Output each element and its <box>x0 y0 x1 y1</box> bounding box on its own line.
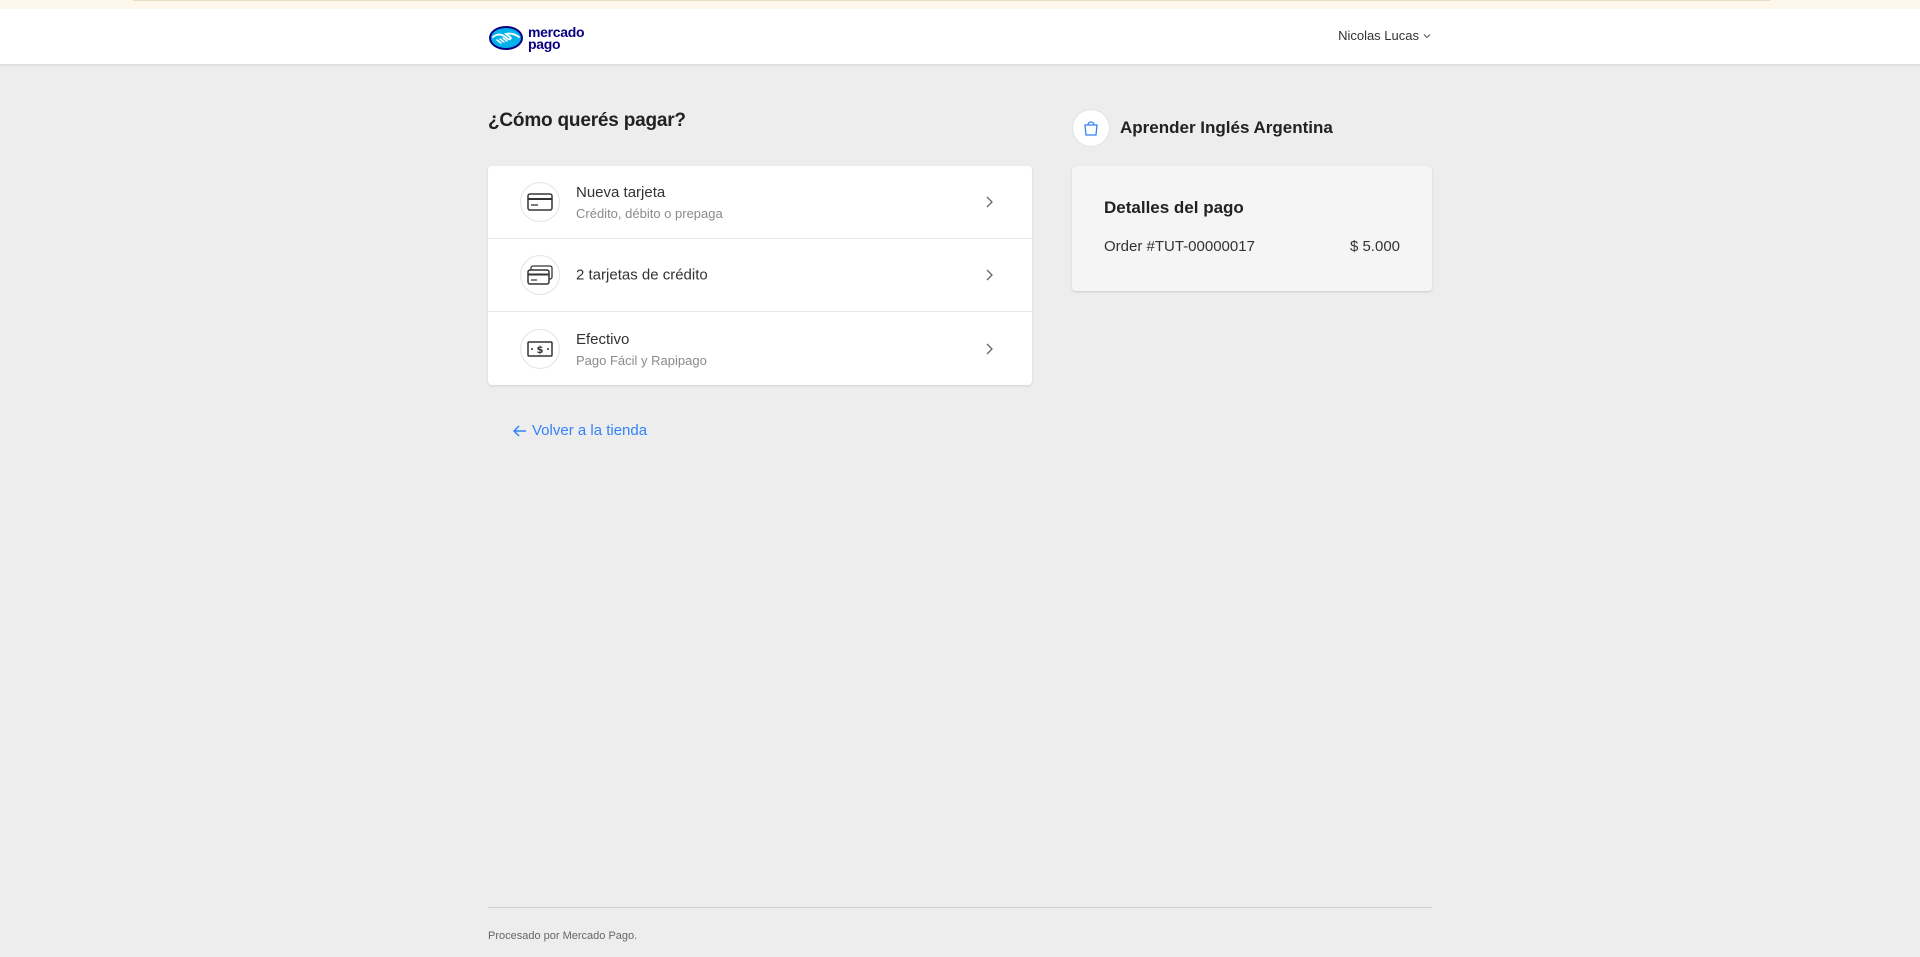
payment-details-card: Detalles del pago Order #TUT-00000017 $ … <box>1072 166 1432 291</box>
payment-options-list: Nueva tarjeta Crédito, débito o prepaga … <box>488 166 1032 385</box>
option-text: Nueva tarjeta Crédito, débito o prepaga <box>576 183 723 221</box>
logo-line-2: pago <box>528 36 561 52</box>
logo-wordmark: mercado pago <box>528 25 585 52</box>
mercado-pago-logo[interactable]: mercado pago <box>488 23 585 53</box>
notice-strip-line <box>133 0 1770 1</box>
top-header: mercado pago Nicolas Lucas <box>0 9 1920 65</box>
option-icon-circle <box>520 182 560 222</box>
payment-details-title: Detalles del pago <box>1104 198 1244 217</box>
credit-card-icon <box>527 193 553 211</box>
payment-option-saved-cards[interactable]: 2 tarjetas de crédito <box>488 239 1032 312</box>
payment-option-new-card[interactable]: Nueva tarjeta Crédito, débito o prepaga <box>488 166 1032 239</box>
bag-icon-circle <box>1072 109 1110 147</box>
order-row: Order #TUT-00000017 $ 5.000 <box>1104 238 1400 255</box>
option-title: Efectivo <box>576 330 630 348</box>
handshake-logo-icon <box>489 26 523 50</box>
option-subtitle: Pago Fácil y Rapipago <box>576 352 707 368</box>
page-title: ¿Cómo querés pagar? <box>488 110 686 131</box>
option-text: 2 tarjetas de crédito <box>576 266 708 285</box>
user-menu[interactable]: Nicolas Lucas <box>1338 28 1431 43</box>
option-icon-circle: $ <box>520 328 560 369</box>
user-name: Nicolas Lucas <box>1338 28 1419 43</box>
product-header: Aprender Inglés Argentina <box>1072 109 1333 147</box>
order-amount: $ 5.000 <box>1349 238 1400 255</box>
chevron-right-icon <box>986 196 993 208</box>
option-title: Nueva tarjeta <box>576 184 666 201</box>
payment-option-cash[interactable]: $ Efectivo Pago Fácil y Rapipago <box>488 312 1032 385</box>
shopping-bag-icon <box>1084 121 1098 136</box>
stacked-cards-icon <box>527 265 553 285</box>
option-subtitle: Crédito, débito o prepaga <box>576 206 723 221</box>
order-label: Order #TUT-00000017 <box>1104 238 1255 255</box>
option-text: Efectivo Pago Fácil y Rapipago <box>576 330 707 368</box>
cash-icon: $ <box>527 340 553 357</box>
footer-processed-by: Procesado por Mercado Pago. <box>488 930 638 942</box>
top-notice-strip <box>0 0 1920 9</box>
option-title: 2 tarjetas de crédito <box>576 266 708 284</box>
back-to-store-link[interactable]: Volver a la tienda <box>512 422 647 439</box>
svg-text:$: $ <box>537 345 544 356</box>
chevron-right-icon <box>986 343 993 354</box>
back-link-label: Volver a la tienda <box>532 422 648 439</box>
chevron-down-icon <box>1423 33 1431 38</box>
arrow-left-icon <box>512 424 526 437</box>
footer-divider <box>488 907 1432 908</box>
option-icon-circle <box>520 255 560 295</box>
product-name: Aprender Inglés Argentina <box>1120 118 1333 137</box>
chevron-right-icon <box>986 269 993 281</box>
